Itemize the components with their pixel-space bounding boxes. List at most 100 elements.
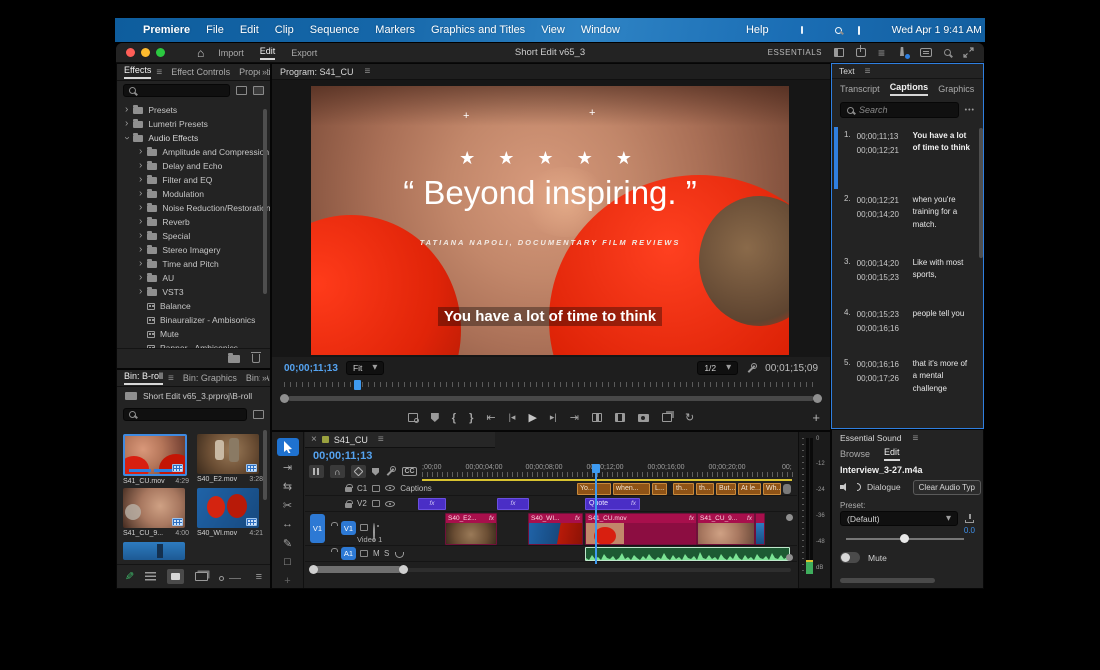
- tree-item-filter-eq[interactable]: › Filter and EQ: [117, 173, 270, 187]
- program-playhead[interactable]: [354, 380, 361, 390]
- control-center-icon[interactable]: [857, 25, 860, 35]
- text-panel-tab[interactable]: Text: [839, 66, 855, 76]
- panel-menu-icon[interactable]: ≡: [156, 67, 162, 78]
- sequence-tab[interactable]: S41_CU: [334, 435, 368, 445]
- multicam-icon[interactable]: [661, 413, 672, 422]
- tab-bin-graphics[interactable]: Bin: Graphics: [183, 373, 237, 383]
- timeline-clip-s40-wi[interactable]: S40_WI... fx: [528, 513, 583, 545]
- effects-scrollbar[interactable]: [263, 109, 267, 294]
- panel-menu-icon[interactable]: ≡: [378, 434, 384, 445]
- bin-item-s40-e2[interactable]: S40_E2.mov 3:28: [197, 434, 263, 483]
- tab-effects[interactable]: Effects: [124, 65, 152, 79]
- bin-search-input[interactable]: [140, 409, 241, 419]
- menu-sequence[interactable]: Sequence: [310, 24, 360, 36]
- tree-item-balance[interactable]: Balance: [117, 299, 270, 313]
- ripple-edit-tool[interactable]: ⇆: [277, 479, 299, 494]
- extract-icon[interactable]: [614, 413, 625, 422]
- panel-menu-icon[interactable]: ≡: [912, 433, 918, 444]
- lift-icon[interactable]: [591, 413, 602, 422]
- tab-sound-edit[interactable]: Edit: [884, 447, 900, 461]
- minimize-window-button[interactable]: [141, 48, 150, 57]
- caption-row-2[interactable]: 2. 00;00;12;21 00;00;14;20 when you're tr…: [844, 194, 978, 231]
- tab-captions[interactable]: Captions: [889, 82, 929, 96]
- vscroll-handle[interactable]: [786, 514, 793, 521]
- button-editor-icon[interactable]: +: [812, 410, 820, 425]
- captions-scrollbar[interactable]: [979, 128, 983, 258]
- tab-bin-broll[interactable]: Bin: B-roll: [124, 371, 164, 385]
- timeline-clip-s40-e2[interactable]: S40_E2... fx: [445, 513, 497, 545]
- menu-view[interactable]: View: [541, 24, 565, 36]
- track-select-tool[interactable]: ⇥: [277, 460, 299, 475]
- expander-icon[interactable]: ›: [139, 147, 142, 157]
- spotlight-icon[interactable]: [834, 26, 842, 34]
- stack-icon[interactable]: ≡: [878, 46, 885, 60]
- expander-icon[interactable]: ›: [139, 231, 142, 241]
- sync-lock-icon[interactable]: [371, 500, 380, 507]
- tab-transcript[interactable]: Transcript: [840, 84, 880, 94]
- panel-layout-icon[interactable]: [833, 48, 844, 57]
- add-marker-icon[interactable]: [372, 467, 379, 476]
- track-v2-label[interactable]: V2: [357, 499, 367, 508]
- captions-search-field[interactable]: [840, 102, 959, 118]
- play-icon[interactable]: ▶: [528, 411, 536, 424]
- timeline-clip-partial[interactable]: [755, 513, 765, 545]
- caption-text[interactable]: when you're training for a match.: [913, 194, 971, 231]
- gain-value[interactable]: 0.0: [964, 526, 975, 535]
- tab-browse[interactable]: Browse: [840, 449, 870, 459]
- fit-dropdown[interactable]: Fit ▾: [345, 361, 385, 375]
- program-ruler[interactable]: [284, 380, 818, 392]
- edit-pencil-icon[interactable]: ✎: [125, 570, 134, 583]
- mark-in-icon[interactable]: {: [452, 412, 456, 424]
- track-output-icon[interactable]: [385, 485, 396, 491]
- timeline-clip-s41-cu[interactable]: S41_CU.mov fx: [585, 513, 697, 545]
- thumbnail-view-icon[interactable]: [167, 569, 185, 584]
- timeline-clip-s41-cu-9[interactable]: S41_CU_9... fx: [697, 513, 755, 545]
- selection-tool[interactable]: [276, 438, 299, 457]
- share-icon[interactable]: [855, 45, 866, 57]
- loop-icon[interactable]: ↻: [685, 411, 694, 424]
- solo-track-button[interactable]: S: [384, 549, 389, 558]
- settings-wrench-icon[interactable]: [746, 362, 758, 374]
- bin-breadcrumb[interactable]: Short Edit v65_3.prproj\B-roll: [117, 387, 270, 405]
- bin-menu-icon[interactable]: ≡: [256, 571, 262, 583]
- program-timecode[interactable]: 00;00;11;13: [284, 363, 338, 374]
- expander-icon[interactable]: ›: [139, 161, 142, 171]
- caption-row-5[interactable]: 5. 00;00;16;16 00;00;17;26 that it's more…: [844, 358, 978, 395]
- tab-import[interactable]: Import: [218, 48, 244, 58]
- caption-text[interactable]: that it's more of a mental challenge: [913, 358, 971, 395]
- tree-item-binauralizer[interactable]: Binauralizer - Ambisonics: [117, 313, 270, 327]
- sync-lock-icon[interactable]: [360, 550, 368, 557]
- lock-icon[interactable]: [345, 484, 353, 492]
- tab-export[interactable]: Export: [291, 48, 317, 58]
- rectangle-tool[interactable]: □: [277, 554, 299, 569]
- tree-item-time-pitch[interactable]: › Time and Pitch: [117, 257, 270, 271]
- close-window-button[interactable]: [126, 48, 135, 57]
- caption-text[interactable]: people tell you: [913, 308, 971, 320]
- battery-icon[interactable]: [800, 26, 803, 34]
- bin-item-s40-wi[interactable]: S40_WI.mov 4:21: [197, 488, 263, 537]
- slip-tool[interactable]: ↔: [277, 517, 299, 532]
- expander-icon[interactable]: ›: [139, 259, 142, 269]
- expander-icon[interactable]: ›: [139, 203, 142, 213]
- home-icon[interactable]: ⌂: [197, 46, 204, 60]
- trash-icon[interactable]: [251, 352, 261, 363]
- hand-tool[interactable]: +: [277, 573, 299, 588]
- caption-row-3[interactable]: 3. 00;00;14;20 00;00;15;23 Like with most…: [844, 257, 978, 284]
- tab-graphics[interactable]: Graphics: [938, 84, 974, 94]
- razor-tool[interactable]: ✂: [277, 498, 299, 513]
- zoom-slider[interactable]: [219, 573, 244, 581]
- fullscreen-icon[interactable]: [963, 47, 974, 58]
- bin-search-field[interactable]: [123, 407, 247, 421]
- go-to-out-icon[interactable]: ⇥: [570, 411, 579, 424]
- menubar-clock[interactable]: Wed Apr 1 9:41 AM: [892, 24, 982, 36]
- timeline-timecode[interactable]: 00;00;11;13: [313, 450, 372, 462]
- filmstrip-view-icon[interactable]: [195, 572, 209, 581]
- menu-graphics-titles[interactable]: Graphics and Titles: [431, 24, 525, 36]
- preset-dropdown[interactable]: (Default) ▾: [840, 511, 958, 526]
- mute-toggle[interactable]: [840, 552, 860, 563]
- step-forward-icon[interactable]: ▸|: [550, 412, 557, 423]
- step-back-icon[interactable]: |◂: [509, 412, 516, 423]
- caption-text[interactable]: Like with most sports,: [913, 257, 971, 282]
- program-tab[interactable]: Program: S41_CU: [280, 67, 354, 77]
- audio-clip[interactable]: [585, 547, 790, 561]
